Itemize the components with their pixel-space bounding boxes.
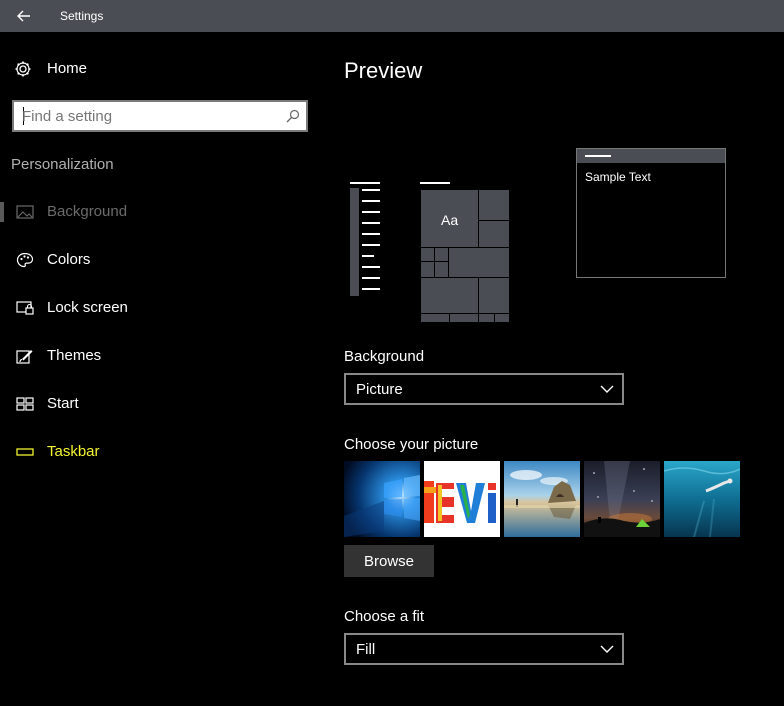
page-title: Preview — [344, 58, 423, 83]
background-dropdown[interactable]: Picture — [344, 373, 624, 405]
picture-icon — [16, 205, 34, 219]
window-title: Settings — [60, 9, 104, 23]
night-sky-tent-thumb[interactable] — [584, 461, 660, 537]
home-nav-item[interactable]: Home — [0, 52, 320, 86]
chevron-down-icon — [600, 645, 614, 653]
title-bar: Settings — [0, 0, 784, 32]
picture-thumbnails — [344, 461, 744, 538]
nav-label-taskbar: Taskbar — [47, 443, 100, 460]
brush-icon — [16, 350, 33, 364]
tile-text: Aa — [441, 212, 459, 228]
home-label: Home — [47, 60, 88, 77]
nav-item-start[interactable]: Start — [0, 384, 320, 424]
preview-window: Sample Text — [576, 148, 726, 278]
nav-label-background: Background — [47, 203, 128, 220]
browse-button[interactable]: Browse — [344, 545, 434, 577]
colorful-letters-thumb[interactable] — [424, 461, 500, 537]
selection-indicator — [0, 202, 4, 222]
back-button[interactable] — [0, 0, 48, 32]
palette-icon — [16, 252, 34, 268]
fit-dropdown[interactable]: Fill — [344, 633, 624, 665]
fit-dropdown-value: Fill — [356, 641, 376, 658]
nav-label-colors: Colors — [47, 251, 91, 268]
preview-start-menu: Aa — [420, 182, 510, 323]
start-tiles-icon — [16, 397, 34, 411]
sidebar: Home Personalization Background Colors — [0, 32, 320, 706]
search-box[interactable] — [12, 100, 308, 132]
choose-fit-label: Choose a fit — [344, 608, 425, 625]
beach-rock-thumb[interactable] — [504, 461, 580, 537]
nav-item-taskbar[interactable]: Taskbar — [0, 432, 320, 472]
arrow-left-icon — [17, 10, 30, 22]
underwater-swimmer-thumb[interactable] — [664, 461, 740, 537]
nav-item-themes[interactable]: Themes — [0, 336, 320, 376]
background-label: Background — [344, 348, 425, 365]
sample-text: Sample Text — [585, 170, 651, 184]
lock-screen-icon — [16, 301, 34, 315]
chevron-down-icon — [600, 385, 614, 393]
nav-label-themes: Themes — [47, 347, 102, 364]
preview-window-titlebar — [577, 149, 725, 163]
preview-tiles — [420, 182, 510, 323]
section-title: Personalization — [11, 156, 114, 173]
nav-item-background[interactable]: Background — [0, 192, 320, 232]
background-dropdown-value: Picture — [356, 381, 403, 398]
nav-item-lock-screen[interactable]: Lock screen — [0, 288, 320, 328]
preview-taskbar — [350, 182, 380, 296]
main-content: Preview Aa Sample Text Background Pictur… — [320, 32, 784, 706]
nav-item-colors[interactable]: Colors — [0, 240, 320, 280]
search-input[interactable] — [22, 106, 272, 126]
choose-picture-label: Choose your picture — [344, 436, 479, 453]
gear-icon — [15, 61, 31, 77]
taskbar-icon — [16, 448, 34, 456]
windows-hero-thumb[interactable] — [344, 461, 420, 537]
search-icon[interactable] — [286, 109, 300, 123]
nav-label-start: Start — [47, 395, 79, 412]
nav-label-lock-screen: Lock screen — [47, 299, 128, 316]
